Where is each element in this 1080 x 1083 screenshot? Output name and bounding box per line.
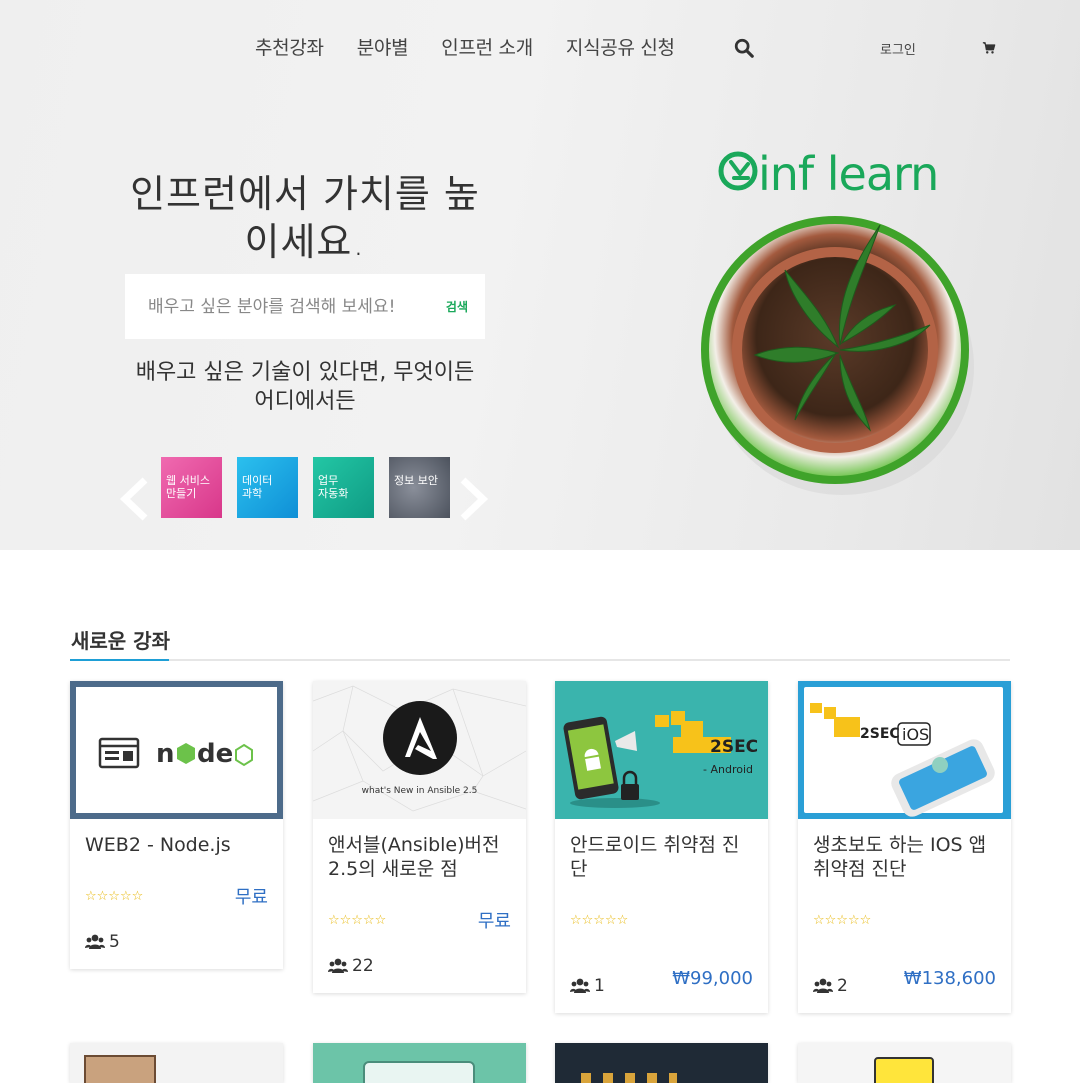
course-price: 무료 [477, 911, 511, 932]
rating-stars: ☆☆☆☆☆ [570, 913, 629, 928]
rating-stars: ☆☆☆☆☆ [328, 913, 387, 928]
course-title-line: 생초보도 하는 IOS 앱 [813, 834, 987, 856]
category-label: 정보 보안 [394, 474, 438, 487]
hero-title-line2: 이세요. [244, 220, 366, 264]
nav-item-about[interactable]: 인프런 소개 [441, 33, 533, 60]
login-link[interactable]: 로그인 [880, 39, 916, 58]
course-card[interactable]: 2SEC - Android 안드로이드 취약점 진 단 ☆☆☆☆☆ ₩99,0… [555, 681, 768, 1013]
rating-stars: ☆☆☆☆☆ [85, 889, 144, 904]
section-title: 새로운 강좌 [71, 629, 170, 653]
users-icon [85, 934, 105, 949]
course-title-line: 2.5의 새로운 점 [328, 858, 458, 880]
course-price: ₩138,600 [903, 968, 996, 989]
course-price: ₩99,000 [672, 968, 753, 989]
course-card[interactable] [313, 1043, 526, 1083]
course-card[interactable]: what's New in Ansible 2.5 앤서블(Ansible)버전… [313, 681, 526, 993]
course-thumbnail: what's New in Ansible 2.5 [313, 681, 526, 819]
student-count-value: 5 [109, 932, 120, 952]
svg-text:inf learn: inf learn [758, 148, 938, 198]
thumb-sub-text: iOS [902, 725, 930, 744]
course-title-line: 취약점 진단 [813, 858, 907, 880]
course-thumbnail: 2SEC - Android [555, 681, 768, 819]
course-thumbnail [874, 1057, 934, 1083]
category-data-science[interactable]: 데이터 과학 [237, 457, 298, 518]
inflearn-logo: inf learn [718, 148, 939, 198]
users-icon [570, 978, 590, 993]
course-card[interactable]: n de WEB2 - Node.js ☆☆☆☆☆ 무료 5 [70, 681, 283, 969]
category-security[interactable]: 정보 보안 [389, 457, 450, 518]
search-button[interactable]: 검색 [446, 298, 468, 315]
course-thumbnail [84, 1055, 156, 1083]
category-web-service[interactable]: 웹 서비스 만들기 [161, 457, 222, 518]
hero-subtitle: 배우고 싶은 기술이 있다면, 무엇이든 어디에서든 [110, 358, 500, 416]
thumb-brand-text: 2SEC [860, 726, 900, 742]
section-divider-accent [70, 659, 169, 661]
student-count: 5 [85, 932, 120, 952]
course-title: 앤서블(Ansible)버전 2.5의 새로운 점 [328, 833, 513, 881]
search-icon[interactable] [733, 37, 755, 59]
hero-search-box: 검색 [125, 274, 485, 339]
student-count-value: 1 [594, 976, 605, 996]
hero-subtitle-line2: 어디에서든 [254, 389, 356, 414]
course-card[interactable] [555, 1043, 768, 1083]
course-card[interactable] [70, 1043, 283, 1083]
student-count-value: 2 [837, 976, 848, 996]
category-carousel: 웹 서비스 만들기 데이터 과학 업무 자동화 정보 보안 [115, 457, 495, 521]
svg-text:n: n [156, 739, 175, 769]
hero-title: 인프런에서 가치를 높 이세요. [110, 170, 500, 266]
category-label: 과학 [242, 487, 263, 500]
hero-banner: 추천강좌 분야별 인프런 소개 지식공유 신청 로그인 인프런에서 가치를 높 … [0, 0, 1080, 550]
course-search-input[interactable] [125, 274, 425, 339]
hero-title-line1: 인프런에서 가치를 높 [130, 172, 480, 216]
course-title-line: 앤서블(Ansible)버전 [328, 834, 500, 856]
plant-pot-image [701, 216, 974, 495]
category-work-automation[interactable]: 업무 자동화 [313, 457, 374, 518]
course-title: 생초보도 하는 IOS 앱 취약점 진단 [813, 833, 998, 881]
cart-icon[interactable] [982, 41, 996, 55]
category-label: 만들기 [166, 487, 197, 500]
nav-item-instructor-apply[interactable]: 지식공유 신청 [566, 33, 675, 60]
course-title-line: 안드로이드 취약점 진 [570, 834, 740, 856]
course-thumbnail [581, 1073, 677, 1083]
nav-item-recommended[interactable]: 추천강좌 [255, 33, 324, 60]
course-card[interactable]: 2SEC iOS 생초보도 하는 IOS 앱 취약점 진단 ☆☆☆☆☆ ₩138… [798, 681, 1011, 1013]
nodejs-logo: n de [98, 737, 253, 769]
users-icon [328, 958, 348, 973]
course-thumbnail: 2SEC iOS [798, 681, 1011, 819]
carousel-next-arrow-icon[interactable] [455, 475, 493, 523]
course-thumbnail: n de [70, 681, 283, 819]
thumb-brand-text: 2SEC [710, 737, 759, 757]
student-count: 2 [813, 976, 848, 996]
svg-text:de: de [197, 739, 233, 769]
thumb-sub-text: - Android [703, 763, 753, 776]
student-count-value: 22 [352, 956, 374, 976]
course-title-line: 단 [570, 858, 588, 880]
course-title: 안드로이드 취약점 진 단 [570, 833, 755, 881]
top-nav: 추천강좌 분야별 인프런 소개 지식공유 신청 [255, 33, 754, 60]
student-count: 1 [570, 976, 605, 996]
category-label: 자동화 [318, 487, 349, 500]
course-card[interactable] [798, 1043, 1011, 1083]
ansible-thumb-caption: what's New in Ansible 2.5 [361, 786, 478, 796]
ios-thumb-art [810, 703, 995, 817]
users-icon [813, 978, 833, 993]
category-label: 웹 서비스 [166, 474, 210, 487]
ansible-thumb-art [313, 685, 526, 812]
student-count: 22 [328, 956, 374, 976]
section-divider [70, 659, 1010, 661]
category-label: 업무 [318, 474, 339, 487]
category-label: 데이터 [242, 474, 273, 487]
carousel-prev-arrow-icon[interactable] [115, 475, 153, 523]
nav-item-categories[interactable]: 분야별 [357, 33, 409, 60]
course-title-line: WEB2 - Node.js [85, 834, 231, 856]
rating-stars: ☆☆☆☆☆ [813, 913, 872, 928]
course-title: WEB2 - Node.js [85, 833, 270, 857]
hero-subtitle-line1: 배우고 싶은 기술이 있다면, 무엇이든 [135, 360, 475, 385]
course-price: 무료 [234, 887, 268, 908]
